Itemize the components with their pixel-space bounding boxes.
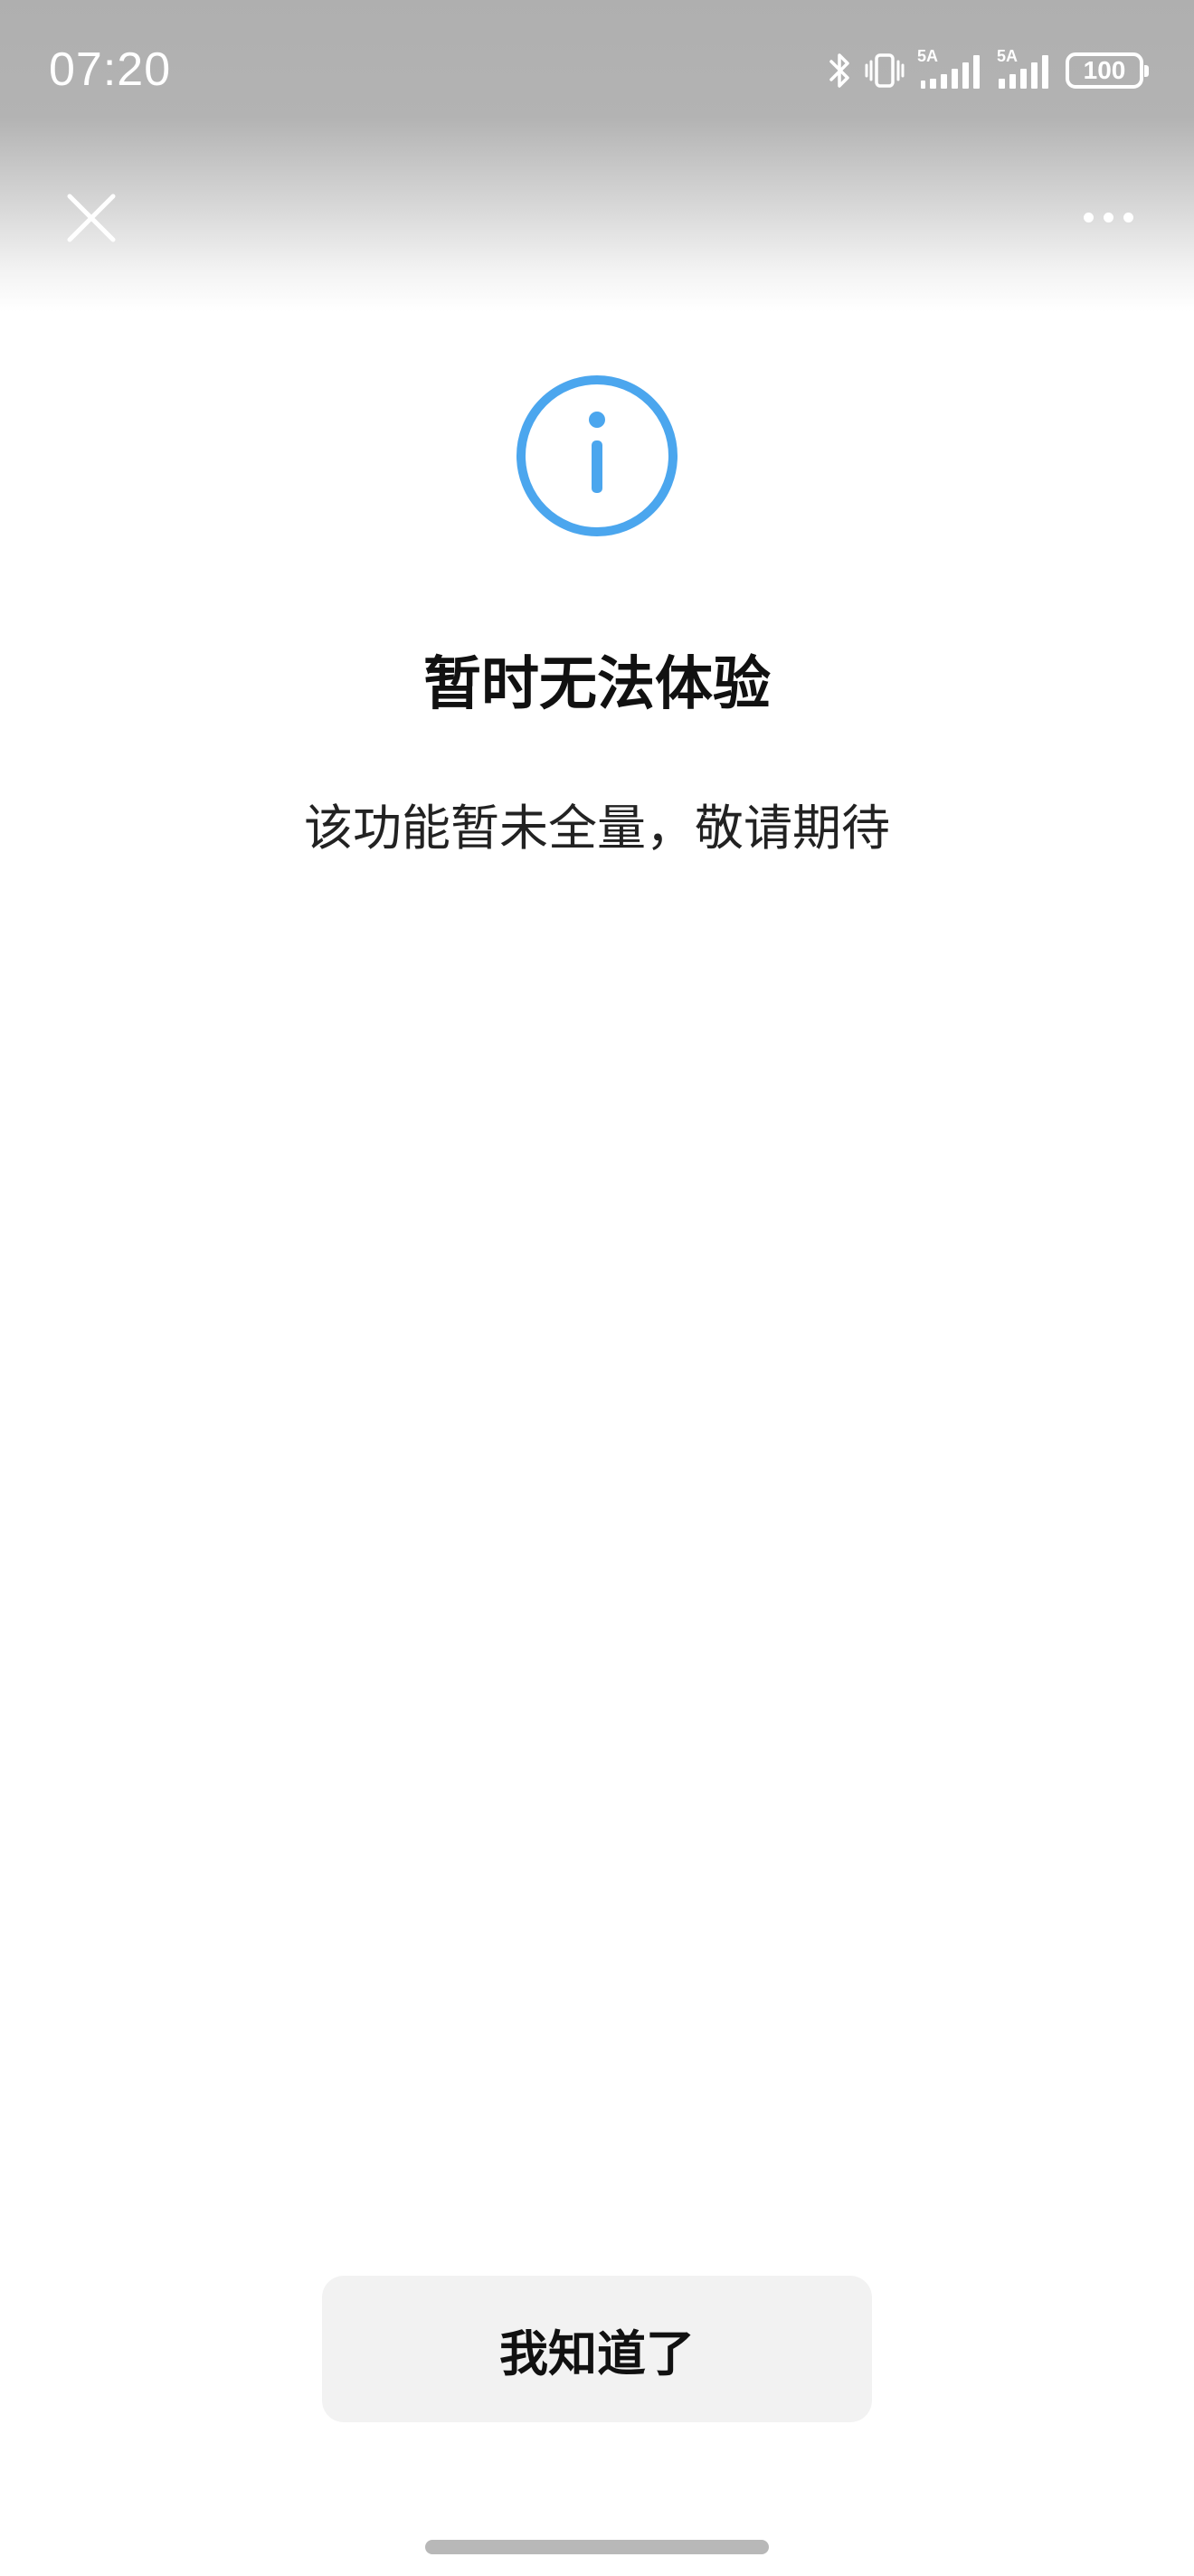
signal-sim2-icon: 5A	[997, 48, 1053, 93]
more-options-button[interactable]	[1067, 190, 1149, 244]
page-title: 暂时无法体验	[423, 651, 771, 718]
sim2-network-label: 5A	[997, 47, 1019, 65]
message-text: 该功能暂未全量，敬请期待	[304, 800, 890, 857]
screen: 07:20 5A 5A 100 暂时无法体验 该功能暂未全量，敬请期待 我知道了	[0, 0, 1194, 2576]
sim1-network-label: 5A	[917, 47, 939, 65]
more-dots-icon	[1103, 212, 1113, 223]
battery-icon: 100	[1066, 52, 1149, 89]
bluetooth-icon	[829, 51, 852, 90]
more-dots-icon	[1083, 212, 1094, 223]
got-it-button[interactable]: 我知道了	[322, 2276, 872, 2422]
more-dots-icon	[1123, 212, 1133, 223]
status-icons: 5A 5A 100	[829, 43, 1149, 98]
close-icon	[67, 194, 116, 242]
info-circle-icon	[516, 375, 678, 536]
vibrate-icon	[865, 51, 905, 90]
home-indicator[interactable]	[425, 2540, 769, 2554]
status-time: 07:20	[49, 43, 172, 96]
signal-sim1-icon: 5A	[917, 48, 984, 93]
close-button[interactable]	[54, 181, 128, 255]
battery-level: 100	[1083, 56, 1126, 84]
